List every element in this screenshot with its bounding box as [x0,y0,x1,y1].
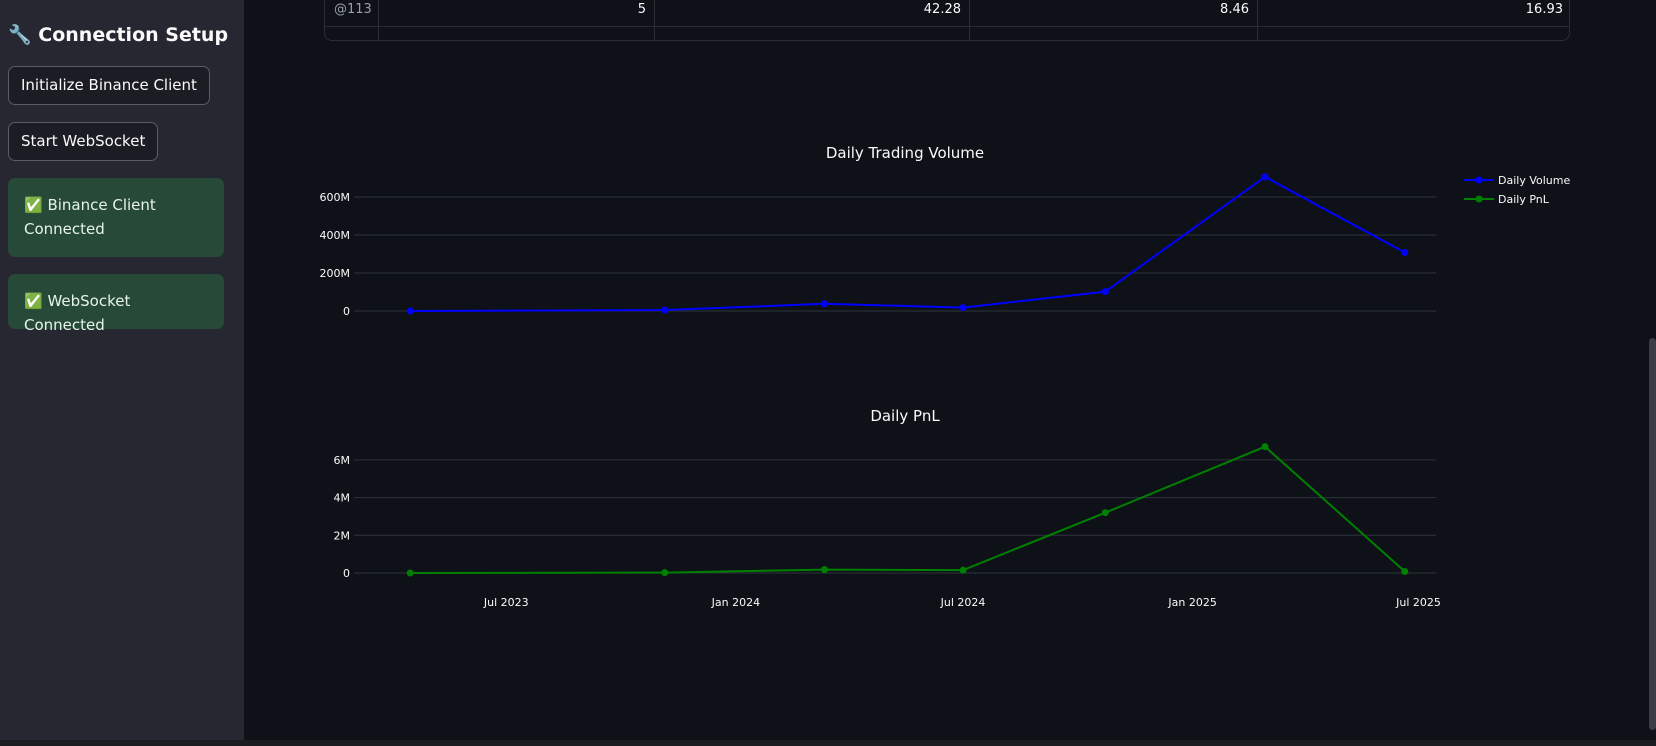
bottom-edge [0,740,1656,746]
sidebar-title: 🔧 Connection Setup [8,24,229,46]
x-tick-label: Jan 2025 [1167,596,1216,609]
data-point [820,566,828,574]
y-tick-label: 2M [334,529,351,542]
legend-label: Daily Volume [1498,174,1570,187]
data-point [406,569,414,577]
legend-label: Daily PnL [1498,193,1550,206]
x-tick-label: Jul 2025 [1395,596,1441,609]
data-point [661,569,669,577]
data-point [1101,288,1109,296]
chart-title: Daily Trading Volume [826,144,984,162]
y-tick-label: 0 [343,567,350,580]
alert-text: ✅ WebSocket Connected [24,292,131,334]
data-point [1101,509,1109,517]
y-tick-label: 400M [320,229,351,242]
binance-client-connected-alert: ✅ Binance Client Connected [8,178,224,257]
x-tick-label: Jul 2024 [940,596,986,609]
legend-swatch-marker [1475,176,1483,184]
data-point [1261,173,1269,181]
data-point [959,566,967,574]
initialize-binance-client-button[interactable]: Initialize Binance Client [8,66,210,105]
data-point [959,304,967,312]
y-tick-label: 6M [334,454,351,467]
websocket-connected-alert: ✅ WebSocket Connected [8,274,224,334]
data-point [1261,443,1269,451]
chart-title: Daily PnL [870,407,940,425]
series-line [410,445,1406,574]
y-tick-label: 0 [343,305,350,318]
start-websocket-button[interactable]: Start WebSocket [8,122,159,161]
x-tick-label: Jul 2023 [483,596,529,609]
sidebar: 🔧 Connection Setup Initialize Binance Cl… [0,0,244,740]
legend-swatch-marker [1475,195,1483,203]
scrollbar-thumb[interactable] [1649,338,1656,730]
alert-text: ✅ Binance Client Connected [24,196,156,238]
data-point [1401,567,1409,575]
data-point [820,300,828,308]
subplot-charts: Daily Trading Volume 0 200M 400M 600M Daily P… [320,144,1571,609]
y-tick-label: 200M [320,267,351,280]
y-tick-label: 4M [334,492,351,505]
y-tick-label: 600M [320,191,351,204]
x-tick-label: Jan 2024 [711,596,760,609]
data-point [661,306,669,314]
data-point [406,307,414,315]
data-point [1401,248,1409,256]
